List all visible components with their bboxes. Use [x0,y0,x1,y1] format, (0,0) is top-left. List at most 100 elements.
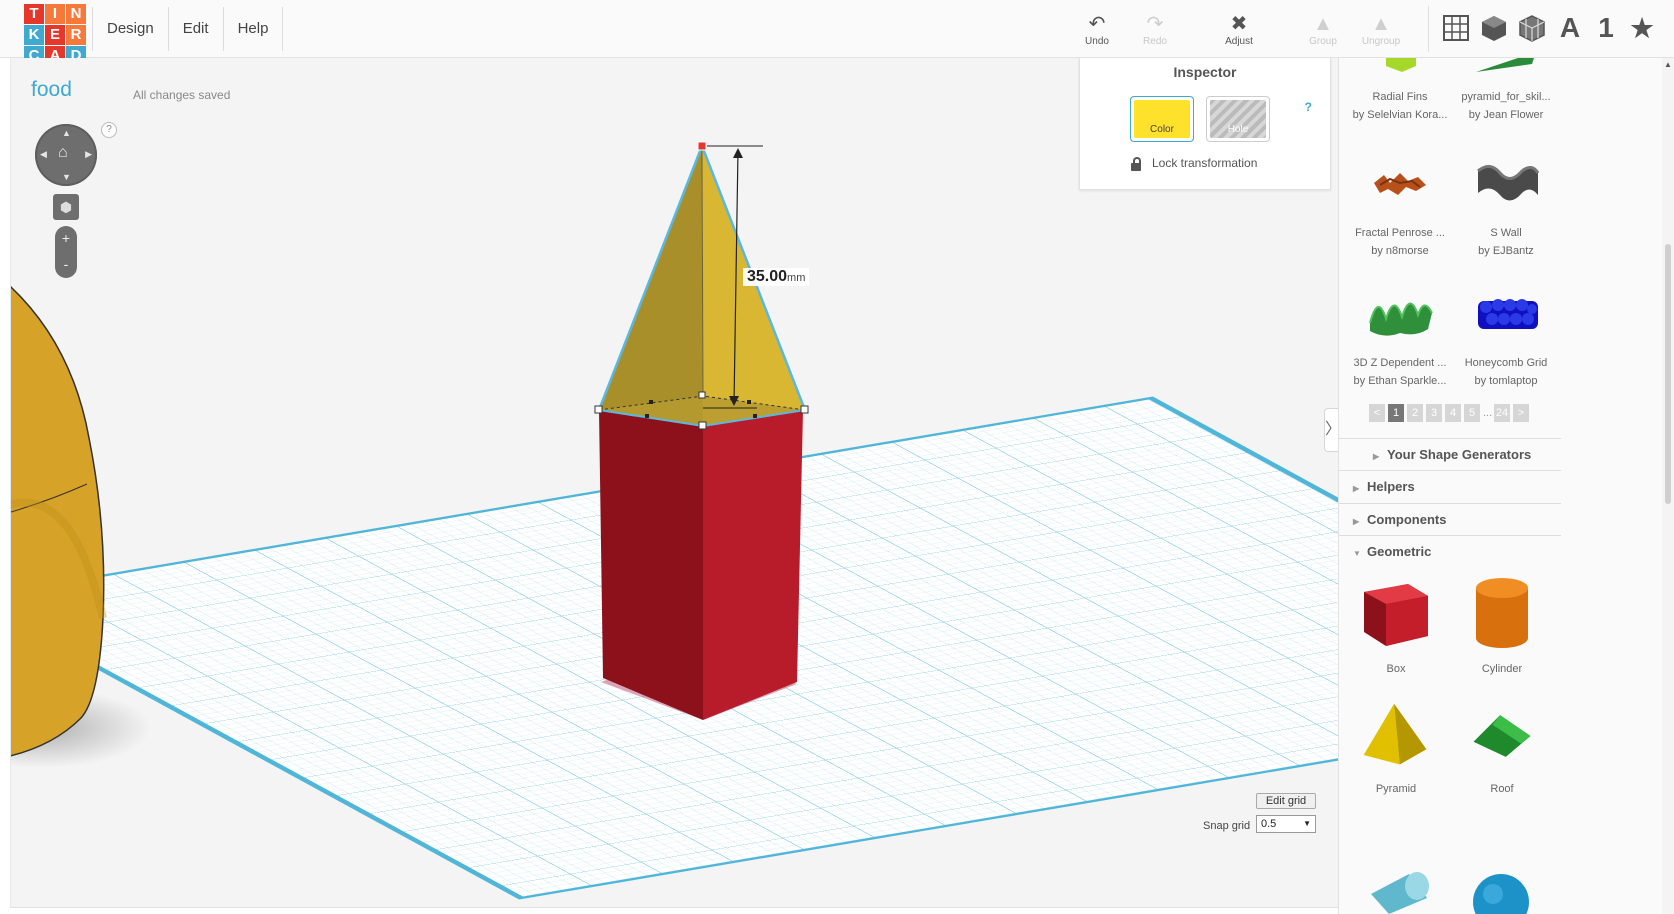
color-button[interactable]: Color [1130,96,1194,142]
inspector-title: Inspector [1173,64,1237,80]
pager-page[interactable]: 5 [1464,404,1480,422]
edit-grid-button[interactable]: Edit grid [1256,793,1316,809]
section-your-shape-generators[interactable]: ▶ Your Shape Generators [1339,438,1561,470]
height-handle[interactable] [697,141,707,151]
shape-card-roof[interactable]: Roof [1447,698,1557,798]
orbit-right-icon[interactable]: ▶ [85,149,92,160]
orange-shape[interactable] [11,278,151,768]
ungroup-icon: ▲ [1371,13,1391,35]
roof-thumbnail [1473,715,1531,757]
corner-handle[interactable] [800,405,809,414]
menu-design[interactable]: Design [92,7,169,51]
undo-button[interactable]: ↶ Undo [1070,12,1124,47]
shape-card[interactable]: Fractal Penrose ... by n8morse [1345,148,1455,260]
shapes-panel: Radial Fins by Selelvian Kora... pyramid… [1338,58,1674,914]
redo-button[interactable]: ↷ Redo [1128,12,1182,47]
caret-right-icon: ▶ [1373,452,1380,461]
height-dimension-value[interactable]: 35.00mm [743,268,810,286]
cylinder-thumbnail [1476,578,1528,648]
grid-view-button[interactable] [1440,12,1472,44]
honeycomb-grid-thumbnail [1478,299,1538,329]
corner-handle[interactable] [594,405,603,414]
snap-grid-select[interactable]: 0.5 [1256,815,1316,833]
zoom-in-button[interactable]: + [55,226,77,252]
pager-last[interactable]: 24 [1494,404,1510,422]
solid-view-button[interactable] [1478,12,1510,44]
tube-thumbnail[interactable] [1357,868,1437,914]
inspector-help-icon[interactable]: ? [1305,100,1312,114]
sphere-thumbnail[interactable] [1467,868,1537,914]
orbit-down-icon[interactable]: ▼ [62,172,71,182]
panel-scrollbar[interactable]: ▲ [1662,58,1674,914]
shape-card-pyramid[interactable]: Pyramid [1341,698,1451,798]
scroll-up-icon[interactable]: ▲ [1664,60,1672,69]
pager-next[interactable]: > [1513,404,1529,422]
wireframe-view-button[interactable] [1516,12,1548,44]
top-bar: T I N K E R C A D Design Edit Help ↶ Und… [0,0,1674,66]
color-label: Color [1150,124,1174,135]
tinkercad-app: T I N K E R C A D Design Edit Help ↶ Und… [0,0,1674,914]
section-helpers[interactable]: ▶ Helpers [1339,470,1561,502]
edge-handle[interactable] [645,414,649,418]
favorites-button[interactable]: ★ [1626,12,1658,44]
zoom-out-button[interactable]: - [55,252,77,278]
nav-help-icon[interactable]: ? [101,122,117,138]
wireframe-cube-icon [1519,15,1545,42]
menu-help[interactable]: Help [224,7,284,51]
corner-handle[interactable] [698,421,707,430]
redo-icon: ↷ [1146,13,1164,35]
shape-card[interactable]: Radial Fins by Selelvian Kora... [1345,58,1455,124]
group-button[interactable]: ▲ Group [1296,12,1350,47]
view-cube-button[interactable]: ⬢ [53,194,79,220]
ungroup-button[interactable]: ▲ Ungroup [1354,12,1408,47]
document-name[interactable]: food [31,78,72,102]
shape-card-box[interactable]: Box [1341,574,1451,678]
shape-card[interactable]: pyramid_for_skil... by Jean Flower [1451,58,1561,124]
section-components[interactable]: ▶ Components [1339,503,1561,535]
dimension-unit: mm [787,272,806,284]
shape-card[interactable]: S Wall by EJBantz [1451,148,1561,260]
adjust-tools-icon: ✖ [1230,13,1248,35]
adjust-button[interactable]: ✖ Adjust [1212,12,1266,47]
menu-edit[interactable]: Edit [169,7,224,51]
pager-page[interactable]: 2 [1407,404,1423,422]
adjust-label: Adjust [1225,36,1253,47]
shape-card[interactable]: 3D Z Dependent ... by Ethan Sparkle... [1345,278,1455,390]
section-geometric[interactable]: ▼ Geometric [1339,535,1561,567]
section-label: Helpers [1367,479,1415,494]
yellow-pyramid-shape[interactable] [597,142,807,428]
view-orbit-control[interactable]: ▲ ▼ ◀ ▶ ⌂ [35,124,97,186]
scrollbar-thumb[interactable] [1665,244,1671,504]
pager-prev[interactable]: < [1369,404,1385,422]
tinkercad-logo[interactable]: T I N K E R C A D [24,4,86,66]
pager-page[interactable]: 1 [1388,404,1404,422]
section-label: Your Shape Generators [1387,447,1532,462]
inspector-panel: Inspector Color Hole ? Lock transformati… [1079,58,1331,190]
dimension-number: 35.00 [747,268,788,285]
home-icon[interactable]: ⌂ [58,144,68,162]
pager-page[interactable]: 3 [1426,404,1442,422]
pager-page[interactable]: 4 [1445,404,1461,422]
radial-fins-thumbnail [1386,58,1416,72]
save-status: All changes saved [133,88,231,102]
caret-right-icon: ▶ [1353,517,1360,526]
red-box-shape[interactable] [599,410,803,720]
box-thumbnail [1364,584,1428,646]
number-tool-button[interactable]: 1 [1590,12,1622,44]
edge-handle[interactable] [747,400,751,404]
lock-transformation-toggle[interactable]: Lock transformation [1130,156,1257,171]
shape-card[interactable]: Honeycomb Grid by tomlaptop [1451,278,1561,390]
edge-handle[interactable] [753,414,757,418]
orbit-left-icon[interactable]: ◀ [40,149,47,160]
workplane-viewport[interactable]: food All changes saved ▲ ▼ ◀ ▶ ⌂ ? ⬢ + -… [10,58,1418,908]
panel-collapse-tab[interactable]: 〉 [1324,408,1341,452]
edge-handle[interactable] [649,400,653,404]
corner-handle[interactable] [698,391,706,399]
hole-button[interactable]: Hole [1206,96,1270,142]
cube-icon [1482,16,1506,41]
gallery-pager: < 1 2 3 4 5 ... 24 > [1369,404,1529,422]
shape-card-cylinder[interactable]: Cylinder [1447,574,1557,678]
orbit-up-icon[interactable]: ▲ [62,128,71,138]
text-tool-button[interactable]: A [1554,12,1586,44]
shape-author: by Ethan Sparkle... [1353,375,1447,387]
